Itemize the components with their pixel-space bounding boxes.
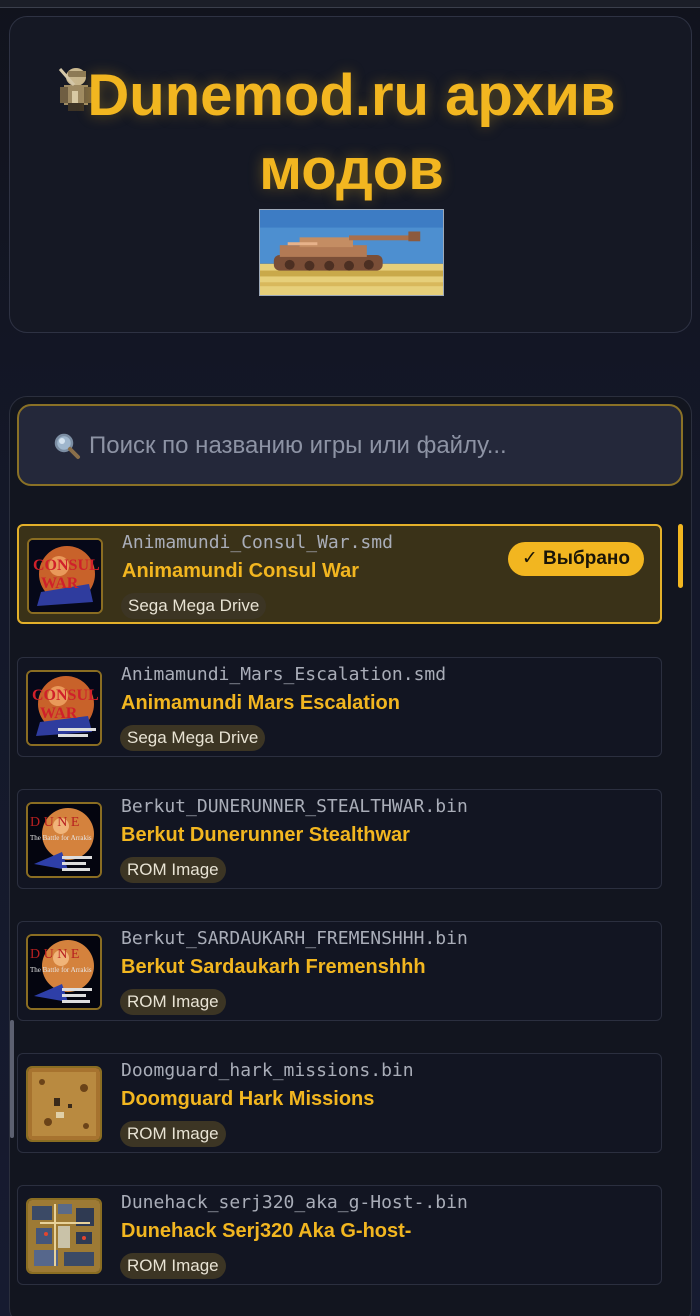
search-input[interactable] — [89, 426, 659, 466]
mod-title: Doomguard Hark Missions — [121, 1088, 375, 1110]
page-title: Dunemod.ru архив модов — [87, 63, 616, 202]
mod-thumbnail: CONSUL WAR — [26, 670, 102, 746]
platform-badge: ROM Image — [120, 857, 226, 883]
search-icon — [54, 433, 80, 459]
svg-text:The Battle for Arrakis: The Battle for Arrakis — [30, 834, 92, 842]
svg-text:WAR: WAR — [40, 705, 78, 722]
list-scroll-indicator[interactable] — [678, 524, 683, 588]
mod-title: Dunehack Serj320 Aka G-host- — [121, 1220, 412, 1242]
mod-list-item[interactable]: Doomguard_hark_missions.bin Doomguard Ha… — [17, 1053, 662, 1153]
svg-text:The Battle for Arrakis: The Battle for Arrakis — [30, 966, 92, 974]
mod-list-item[interactable]: D U N E The Battle for Arrakis Berkut_SA… — [17, 921, 662, 1021]
platform-badge: ROM Image — [120, 1121, 226, 1147]
mod-thumbnail: CONSUL WAR — [27, 538, 103, 614]
platform-badge: ROM Image — [120, 1253, 226, 1279]
mod-list-item[interactable]: CONSUL WAR Animamundi_Mars_Escalation.sm… — [17, 657, 662, 757]
page-scrollbar[interactable] — [10, 1020, 14, 1138]
mod-filename: Animamundi_Mars_Escalation.smd — [121, 664, 447, 685]
mod-title: Animamundi Mars Escalation — [121, 692, 400, 714]
svg-text:D U N E: D U N E — [30, 947, 79, 962]
search-box[interactable] — [17, 404, 683, 486]
mod-title: Berkut Dunerunner Stealthwar — [121, 824, 410, 846]
tank-image — [259, 209, 444, 296]
platform-badge: Sega Mega Drive — [121, 593, 267, 619]
svg-text:D U N E: D U N E — [30, 815, 79, 830]
svg-text:CONSUL: CONSUL — [33, 557, 100, 574]
mod-list-item[interactable]: Dunehack_serj320_aka_g-Host-.bin Dunehac… — [17, 1185, 662, 1285]
mod-thumbnail — [26, 1066, 102, 1142]
mod-filename: Dunehack_serj320_aka_g-Host-.bin — [121, 1192, 468, 1213]
title-row: Dunemod.ru архив модов — [10, 59, 693, 207]
mod-thumbnail — [26, 1198, 102, 1274]
platform-badge: Sega Mega Drive — [120, 725, 266, 751]
mod-title: Berkut Sardaukarh Fremenshhh — [121, 956, 426, 978]
mod-filename: Berkut_DUNERUNNER_STEALTHWAR.bin — [121, 796, 468, 817]
header-card: Dunemod.ru архив модов — [9, 16, 692, 333]
mod-title: Animamundi Consul War — [122, 560, 360, 582]
svg-text:CONSUL: CONSUL — [32, 687, 99, 704]
mod-filename: Animamundi_Consul_War.smd — [122, 532, 393, 553]
selected-badge: ✓ Выбрано — [507, 542, 644, 576]
mod-list-item[interactable]: D U N E The Battle for Arrakis Berkut_DU… — [17, 789, 662, 889]
mod-filename: Doomguard_hark_missions.bin — [121, 1060, 414, 1081]
platform-badge: ROM Image — [120, 989, 226, 1015]
mod-filename: Berkut_SARDAUKARH_FREMENSHHH.bin — [121, 928, 468, 949]
mod-thumbnail: D U N E The Battle for Arrakis — [26, 802, 102, 878]
status-bar-line — [0, 0, 700, 8]
mod-list-item[interactable]: CONSUL WAR Animamundi_Consul_War.smd Ani… — [17, 524, 662, 624]
svg-text:WAR: WAR — [41, 575, 79, 592]
mod-thumbnail: D U N E The Battle for Arrakis — [26, 934, 102, 1010]
